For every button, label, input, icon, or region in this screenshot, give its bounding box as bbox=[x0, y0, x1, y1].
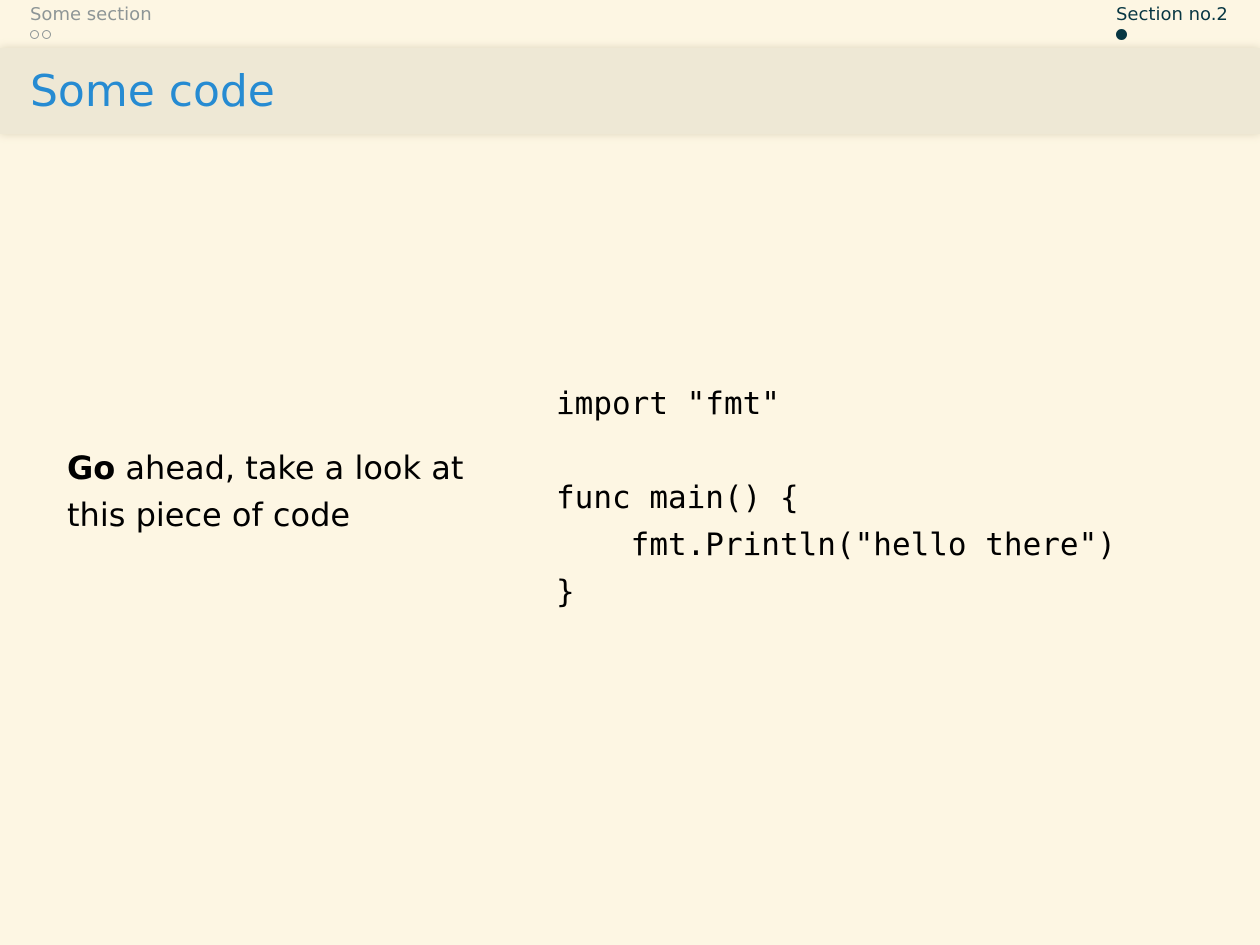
slide-dot-icon[interactable] bbox=[42, 29, 51, 39]
nav-slide-dots bbox=[30, 27, 152, 41]
frame-title-bar: Some code bbox=[0, 48, 1260, 134]
nav-slide-dots bbox=[1116, 27, 1228, 41]
body-text-bold: Go bbox=[67, 449, 116, 487]
code-block: import "fmt" func main() { fmt.Println("… bbox=[556, 386, 1116, 610]
body-text: Go ahead, take a look at this piece of c… bbox=[67, 445, 467, 539]
slide-dot-icon[interactable] bbox=[30, 29, 39, 39]
navigation-bar: Some section Section no.2 bbox=[0, 0, 1260, 48]
nav-section-label[interactable]: Some section bbox=[30, 4, 152, 26]
nav-section-some-section[interactable]: Some section bbox=[30, 4, 152, 41]
body-text-rest: ahead, take a look at this piece of code bbox=[67, 449, 464, 534]
frame-title: Some code bbox=[30, 66, 275, 117]
nav-section-label[interactable]: Section no.2 bbox=[1116, 4, 1228, 26]
current-slide-dot-icon[interactable] bbox=[1116, 28, 1127, 40]
nav-section-section-no-2[interactable]: Section no.2 bbox=[1116, 4, 1228, 41]
